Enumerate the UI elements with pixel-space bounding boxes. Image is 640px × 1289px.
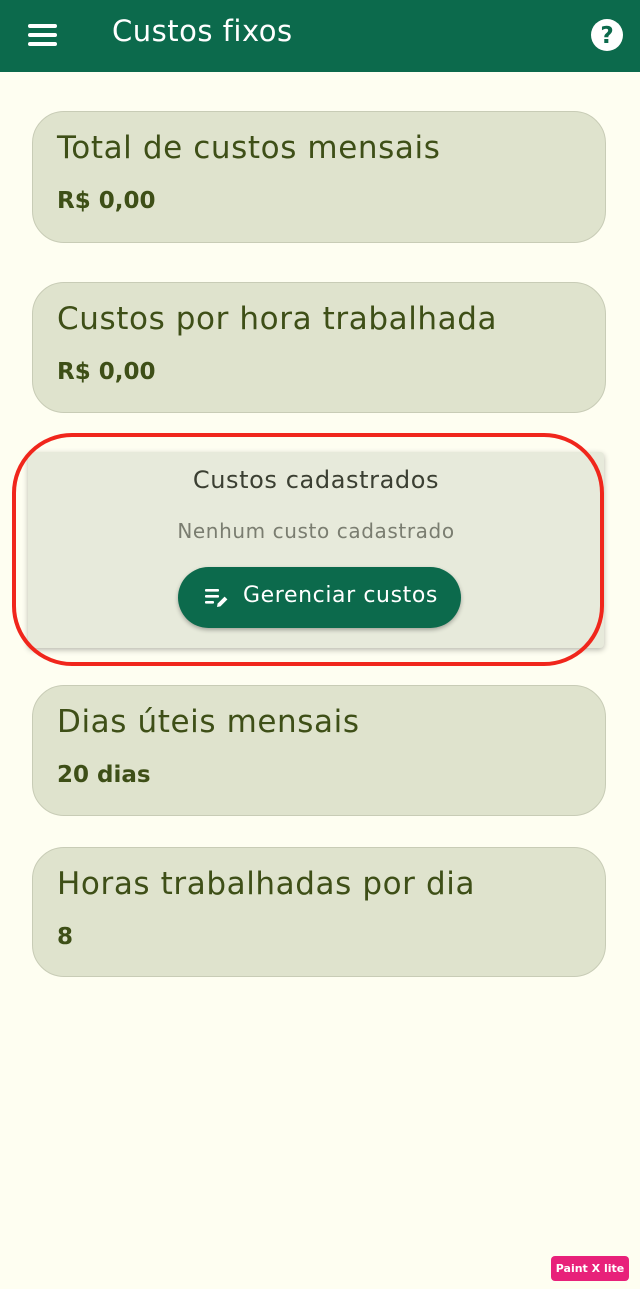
edit-list-icon <box>204 587 230 609</box>
monthly-total-title: Total de custos mensais <box>57 130 441 166</box>
app-bar: Custos fixos ? <box>0 0 640 72</box>
working-days-value: 20 dias <box>57 762 151 788</box>
working-days-title: Dias úteis mensais <box>57 704 360 740</box>
hourly-cost-card: Custos por hora trabalhada R$ 0,00 <box>32 282 606 413</box>
hours-per-day-title: Horas trabalhadas por dia <box>57 866 476 902</box>
menu-icon[interactable] <box>26 22 60 50</box>
registered-costs-card: Custos cadastrados Nenhum custo cadastra… <box>28 452 604 648</box>
monthly-total-card: Total de custos mensais R$ 0,00 <box>32 111 606 243</box>
hourly-cost-title: Custos por hora trabalhada <box>57 301 498 337</box>
registered-costs-title: Custos cadastrados <box>192 466 440 494</box>
hourly-cost-value: R$ 0,00 <box>57 359 156 385</box>
page-title: Custos fixos <box>112 14 293 48</box>
manage-costs-label: Gerenciar custos <box>243 583 438 608</box>
monthly-total-value: R$ 0,00 <box>57 188 156 214</box>
working-days-card: Dias úteis mensais 20 dias <box>32 685 606 816</box>
manage-costs-button[interactable]: Gerenciar custos <box>178 567 461 628</box>
paint-x-lite-watermark: Paint X lite <box>551 1256 629 1281</box>
svg-text:?: ? <box>600 23 613 49</box>
hours-per-day-card: Horas trabalhadas por dia 8 <box>32 847 606 977</box>
hours-per-day-value: 8 <box>57 924 74 950</box>
help-icon[interactable]: ? <box>590 18 624 52</box>
empty-state-text: Nenhum custo cadastrado <box>177 519 455 543</box>
